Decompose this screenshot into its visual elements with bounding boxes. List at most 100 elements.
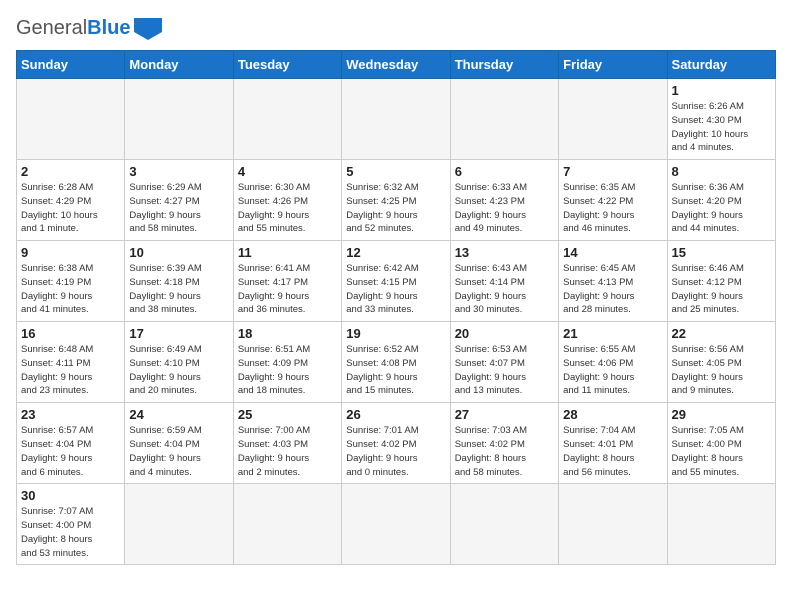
calendar-cell: 26Sunrise: 7:01 AM Sunset: 4:02 PM Dayli… <box>342 403 450 484</box>
calendar-week-row: 2Sunrise: 6:28 AM Sunset: 4:29 PM Daylig… <box>17 160 776 241</box>
day-number: 4 <box>238 164 337 179</box>
day-info: Sunrise: 6:56 AM Sunset: 4:05 PM Dayligh… <box>672 343 771 398</box>
day-header-saturday: Saturday <box>667 51 775 79</box>
calendar-cell: 18 Sunrise: 6:51 AM Sunset: 4:09 PM Dayli… <box>233 322 341 403</box>
day-info: Sunrise: 7:00 AM Sunset: 4:03 PM Dayligh… <box>238 424 337 479</box>
calendar-cell: 11 Sunrise: 6:41 AM Sunset: 4:17 PM Dayli… <box>233 241 341 322</box>
day-number: 6 <box>455 164 554 179</box>
day-info: Sunrise: 7:04 AM Sunset: 4:01 PM Dayligh… <box>563 424 662 479</box>
day-info: Sunrise: 6:41 AM Sunset: 4:17 PM Dayligh… <box>238 262 337 317</box>
day-info: Sunrise: 7:05 AM Sunset: 4:00 PM Dayligh… <box>672 424 771 479</box>
calendar-week-row: 9Sunrise: 6:38 AM Sunset: 4:19 PM Daylig… <box>17 241 776 322</box>
calendar-cell <box>342 484 450 565</box>
day-headers-row: SundayMondayTuesdayWednesdayThursdayFrid… <box>17 51 776 79</box>
calendar-cell <box>233 79 341 160</box>
day-header-sunday: Sunday <box>17 51 125 79</box>
logo: GeneralBlue <box>16 16 162 40</box>
calendar-cell: 6 Sunrise: 6:33 AM Sunset: 4:23 PM Daylig… <box>450 160 558 241</box>
calendar-cell: 1 Sunrise: 6:26 AM Sunset: 4:30 PM Daylig… <box>667 79 775 160</box>
calendar-cell <box>559 484 667 565</box>
calendar-cell: 12 Sunrise: 6:42 AM Sunset: 4:15 PM Dayli… <box>342 241 450 322</box>
calendar-week-row: 16Sunrise: 6:48 AM Sunset: 4:11 PM Dayli… <box>17 322 776 403</box>
day-info: Sunrise: 6:59 AM Sunset: 4:04 PM Dayligh… <box>129 424 228 479</box>
calendar-cell: 16Sunrise: 6:48 AM Sunset: 4:11 PM Dayli… <box>17 322 125 403</box>
calendar-cell: 17 Sunrise: 6:49 AM Sunset: 4:10 PM Dayli… <box>125 322 233 403</box>
day-number: 10 <box>129 245 228 260</box>
day-info: Sunrise: 6:29 AM Sunset: 4:27 PM Dayligh… <box>129 181 228 236</box>
calendar-cell <box>667 484 775 565</box>
calendar-cell <box>125 79 233 160</box>
calendar-week-row: 23Sunrise: 6:57 AM Sunset: 4:04 PM Dayli… <box>17 403 776 484</box>
calendar-cell: 15Sunrise: 6:46 AM Sunset: 4:12 PM Dayli… <box>667 241 775 322</box>
logo-icon <box>134 18 162 40</box>
calendar-cell: 2Sunrise: 6:28 AM Sunset: 4:29 PM Daylig… <box>17 160 125 241</box>
day-header-friday: Friday <box>559 51 667 79</box>
calendar-body: 1 Sunrise: 6:26 AM Sunset: 4:30 PM Daylig… <box>17 79 776 565</box>
calendar-cell: 21 Sunrise: 6:55 AM Sunset: 4:06 PM Dayli… <box>559 322 667 403</box>
calendar-cell: 29 Sunrise: 7:05 AM Sunset: 4:00 PM Dayli… <box>667 403 775 484</box>
calendar-cell: 23Sunrise: 6:57 AM Sunset: 4:04 PM Dayli… <box>17 403 125 484</box>
calendar-cell: 7Sunrise: 6:35 AM Sunset: 4:22 PM Daylig… <box>559 160 667 241</box>
calendar-cell: 13 Sunrise: 6:43 AM Sunset: 4:14 PM Dayli… <box>450 241 558 322</box>
calendar-cell <box>125 484 233 565</box>
day-info: Sunrise: 6:52 AM Sunset: 4:08 PM Dayligh… <box>346 343 445 398</box>
day-info: Sunrise: 6:30 AM Sunset: 4:26 PM Dayligh… <box>238 181 337 236</box>
day-number: 17 <box>129 326 228 341</box>
day-header-tuesday: Tuesday <box>233 51 341 79</box>
calendar-header: SundayMondayTuesdayWednesdayThursdayFrid… <box>17 51 776 79</box>
calendar-cell: 28Sunrise: 7:04 AM Sunset: 4:01 PM Dayli… <box>559 403 667 484</box>
day-number: 1 <box>672 83 771 98</box>
day-number: 14 <box>563 245 662 260</box>
calendar-cell: 27Sunrise: 7:03 AM Sunset: 4:02 PM Dayli… <box>450 403 558 484</box>
day-number: 13 <box>455 245 554 260</box>
calendar-cell: 25Sunrise: 7:00 AM Sunset: 4:03 PM Dayli… <box>233 403 341 484</box>
day-info: Sunrise: 6:36 AM Sunset: 4:20 PM Dayligh… <box>672 181 771 236</box>
day-info: Sunrise: 7:03 AM Sunset: 4:02 PM Dayligh… <box>455 424 554 479</box>
day-number: 5 <box>346 164 445 179</box>
calendar-cell <box>17 79 125 160</box>
day-info: Sunrise: 6:42 AM Sunset: 4:15 PM Dayligh… <box>346 262 445 317</box>
calendar-cell <box>450 79 558 160</box>
day-number: 16 <box>21 326 120 341</box>
day-number: 21 <box>563 326 662 341</box>
calendar-cell <box>342 79 450 160</box>
day-info: Sunrise: 6:33 AM Sunset: 4:23 PM Dayligh… <box>455 181 554 236</box>
day-number: 18 <box>238 326 337 341</box>
calendar-cell: 10 Sunrise: 6:39 AM Sunset: 4:18 PM Dayli… <box>125 241 233 322</box>
day-info: Sunrise: 6:51 AM Sunset: 4:09 PM Dayligh… <box>238 343 337 398</box>
calendar-cell: 22Sunrise: 6:56 AM Sunset: 4:05 PM Dayli… <box>667 322 775 403</box>
day-header-thursday: Thursday <box>450 51 558 79</box>
calendar-week-row: 30 Sunrise: 7:07 AM Sunset: 4:00 PM Dayli… <box>17 484 776 565</box>
day-info: Sunrise: 6:28 AM Sunset: 4:29 PM Dayligh… <box>21 181 120 236</box>
day-number: 12 <box>346 245 445 260</box>
day-number: 11 <box>238 245 337 260</box>
day-info: Sunrise: 6:55 AM Sunset: 4:06 PM Dayligh… <box>563 343 662 398</box>
day-number: 23 <box>21 407 120 422</box>
day-number: 30 <box>21 488 120 503</box>
calendar-cell: 14 Sunrise: 6:45 AM Sunset: 4:13 PM Dayli… <box>559 241 667 322</box>
calendar-cell: 19 Sunrise: 6:52 AM Sunset: 4:08 PM Dayli… <box>342 322 450 403</box>
day-info: Sunrise: 6:53 AM Sunset: 4:07 PM Dayligh… <box>455 343 554 398</box>
day-info: Sunrise: 6:49 AM Sunset: 4:10 PM Dayligh… <box>129 343 228 398</box>
calendar-week-row: 1 Sunrise: 6:26 AM Sunset: 4:30 PM Daylig… <box>17 79 776 160</box>
day-info: Sunrise: 6:45 AM Sunset: 4:13 PM Dayligh… <box>563 262 662 317</box>
day-info: Sunrise: 6:26 AM Sunset: 4:30 PM Dayligh… <box>672 100 771 155</box>
day-info: Sunrise: 6:39 AM Sunset: 4:18 PM Dayligh… <box>129 262 228 317</box>
day-number: 15 <box>672 245 771 260</box>
calendar-cell: 20 Sunrise: 6:53 AM Sunset: 4:07 PM Dayli… <box>450 322 558 403</box>
day-number: 8 <box>672 164 771 179</box>
page-header: GeneralBlue <box>16 16 776 40</box>
day-number: 3 <box>129 164 228 179</box>
day-info: Sunrise: 7:01 AM Sunset: 4:02 PM Dayligh… <box>346 424 445 479</box>
calendar-cell: 9Sunrise: 6:38 AM Sunset: 4:19 PM Daylig… <box>17 241 125 322</box>
day-info: Sunrise: 7:07 AM Sunset: 4:00 PM Dayligh… <box>21 505 120 560</box>
calendar-cell: 4 Sunrise: 6:30 AM Sunset: 4:26 PM Daylig… <box>233 160 341 241</box>
day-number: 29 <box>672 407 771 422</box>
calendar-cell: 8 Sunrise: 6:36 AM Sunset: 4:20 PM Daylig… <box>667 160 775 241</box>
logo-text: GeneralBlue <box>16 17 131 40</box>
day-number: 9 <box>21 245 120 260</box>
day-number: 19 <box>346 326 445 341</box>
day-info: Sunrise: 6:32 AM Sunset: 4:25 PM Dayligh… <box>346 181 445 236</box>
day-info: Sunrise: 6:43 AM Sunset: 4:14 PM Dayligh… <box>455 262 554 317</box>
day-number: 20 <box>455 326 554 341</box>
